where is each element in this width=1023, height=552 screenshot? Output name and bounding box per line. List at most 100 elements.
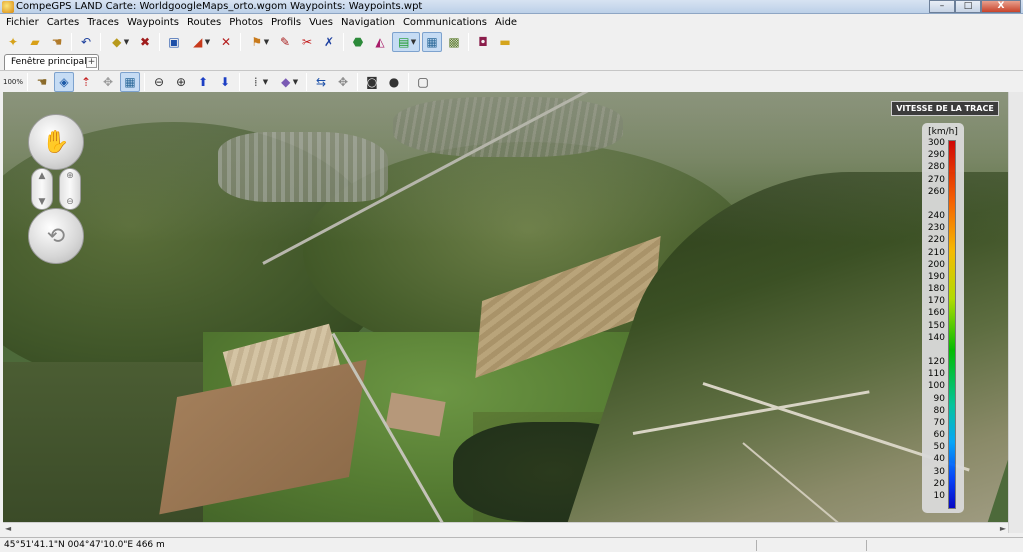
route-close-button[interactable]: ✗ (319, 32, 339, 52)
transfer-button[interactable]: ⇆ (311, 72, 331, 92)
menu-item-routes[interactable]: Routes (183, 15, 225, 31)
toolbar-separator (144, 72, 145, 91)
speed-legend-tick: 30 (933, 466, 945, 477)
add-tab-button[interactable]: + (86, 57, 97, 68)
map-select-icon: ◈ (59, 74, 69, 89)
maximize-button[interactable]: □ (955, 0, 981, 13)
book-button[interactable]: ◘ (473, 32, 493, 52)
toolbar-separator (306, 72, 307, 91)
pan-control[interactable]: ✋ (28, 114, 84, 170)
window-title-bar[interactable]: CompeGPS LAND Carte: WorldgoogleMaps_ort… (0, 0, 1023, 14)
color-legend-button[interactable]: ▤ ▼ (392, 32, 420, 52)
waypoint-list-button[interactable]: ⬣ (348, 32, 368, 52)
menu-item-aide[interactable]: Aide (491, 15, 521, 31)
undo-button[interactable]: ↶ (76, 32, 96, 52)
open-folder-button[interactable]: ▰ (25, 32, 45, 52)
window-button[interactable]: ▢ (413, 72, 433, 92)
map-3d-button[interactable]: ▦ (120, 71, 140, 92)
profile-chart-button[interactable]: ◭ (370, 32, 390, 52)
speed-legend-tick: 120 (927, 357, 945, 368)
horizontal-scrollbar[interactable]: ◄ ► (3, 522, 1008, 533)
speed-legend-tick: 150 (927, 320, 945, 331)
waypoint-delete-button[interactable]: ✖ (135, 32, 155, 52)
dropdown-arrow-icon[interactable]: ▼ (264, 38, 269, 46)
zoom-in-icon: ⊕ (66, 171, 74, 181)
scale-100-button[interactable]: 100% (3, 72, 23, 92)
grid-icon: ▩ (448, 35, 460, 49)
camera-button[interactable]: ◙ (362, 72, 382, 92)
zoom-out-icon: ⊖ (66, 197, 74, 207)
hand-cursor-icon: ☚ (51, 35, 63, 49)
map-3d-view[interactable]: ✋ ▲ ▼ ⊕ ⊖ ⟲ VITESSE DE LA TRACE [km/h] 3… (3, 92, 1008, 522)
speed-legend-tick: 210 (927, 247, 945, 258)
dropdown-arrow-icon[interactable]: ▼ (263, 78, 268, 86)
zoom-out-button[interactable]: ⊖ (149, 72, 169, 92)
dropdown-arrow-icon[interactable]: ▼ (124, 38, 129, 46)
menu-item-profils[interactable]: Profils (267, 15, 305, 31)
arrow-up-button[interactable]: ⬆ (193, 72, 213, 92)
layer-tool-icon: ⁞ (253, 74, 258, 89)
close-button[interactable]: X (981, 0, 1021, 13)
book-icon: ◘ (478, 35, 488, 49)
dropdown-arrow-icon[interactable]: ▼ (293, 78, 298, 86)
dropdown-arrow-icon[interactable]: ▼ (411, 38, 416, 46)
track-delete-button[interactable]: ✕ (216, 32, 236, 52)
tab-main-window[interactable]: Fenêtre principale (4, 54, 100, 70)
grid-button[interactable]: ▩ (444, 32, 464, 52)
menu-item-navigation[interactable]: Navigation (337, 15, 399, 31)
toolbar-separator (159, 33, 160, 51)
speed-legend-tick: 200 (927, 259, 945, 270)
profile-chart-icon: ◭ (375, 35, 385, 49)
route-tool-button[interactable]: ⚑ ▼ (245, 32, 273, 52)
menu-item-fichier[interactable]: Fichier (2, 15, 43, 31)
minimize-button[interactable]: – (929, 0, 955, 13)
menu-item-traces[interactable]: Traces (83, 15, 123, 31)
scroll-left-icon[interactable]: ◄ (5, 524, 11, 533)
toolbar-separator (468, 33, 469, 51)
speed-legend-tick: 290 (927, 150, 945, 161)
waypoint-delete-icon: ✖ (139, 35, 151, 49)
menu-item-cartes[interactable]: Cartes (43, 15, 84, 31)
rotate-control[interactable]: ⟲ (28, 208, 84, 264)
hand-pan-button[interactable]: ☚ (32, 72, 52, 92)
menu-item-vues[interactable]: Vues (305, 15, 337, 31)
menu-item-waypoints[interactable]: Waypoints (123, 15, 183, 31)
new-project-button[interactable]: ✦ (3, 32, 23, 52)
toolbar-separator (240, 33, 241, 51)
menu-item-communications[interactable]: Communications (399, 15, 491, 31)
view-3d-button[interactable]: ▦ (422, 32, 442, 52)
toolbar-separator (343, 33, 344, 51)
window-title: CompeGPS LAND Carte: WorldgoogleMaps_ort… (16, 1, 423, 12)
zoom-slider[interactable]: ⊕ ⊖ (59, 168, 81, 210)
waypoint-add-button[interactable]: ◆ ▼ (105, 32, 133, 52)
track-tool-button[interactable]: ◢ ▼ (186, 32, 214, 52)
arrow-down-button[interactable]: ⬇ (215, 72, 235, 92)
north-arrow-button[interactable]: ⇡ (76, 72, 96, 92)
dropdown-arrow-icon[interactable]: ▼ (205, 38, 210, 46)
hand-cursor-button[interactable]: ☚ (47, 32, 67, 52)
map-select-button[interactable]: ◈ (54, 71, 74, 92)
compass-button[interactable]: ✥ (333, 72, 353, 92)
chevron-up-icon: ▲ (38, 171, 46, 181)
move-cross-button[interactable]: ✥ (98, 72, 118, 92)
toolbar-separator (71, 33, 72, 51)
toolbar-separator (27, 72, 28, 91)
route-edit-button[interactable]: ✎ (275, 32, 295, 52)
menu-item-photos[interactable]: Photos (225, 15, 267, 31)
track-delete-icon: ✕ (220, 35, 232, 49)
status-divider (866, 540, 867, 551)
film-icon: ● (388, 74, 400, 89)
layer-color-button[interactable]: ◆ ▼ (274, 72, 302, 92)
new-project-icon: ✦ (7, 35, 19, 49)
tilt-slider[interactable]: ▲ ▼ (31, 168, 53, 210)
waypoint-add-icon: ◆ (112, 35, 122, 49)
zoom-in-button[interactable]: ⊕ (171, 72, 191, 92)
open-folder-icon: ▰ (30, 35, 40, 49)
layer-tool-button[interactable]: ⁞ ▼ (244, 72, 272, 92)
film-button[interactable]: ● (384, 72, 404, 92)
fit-window-button[interactable]: ▣ (164, 32, 184, 52)
hand-icon: ✋ (42, 129, 70, 155)
note-button[interactable]: ▬ (495, 32, 515, 52)
route-cut-button[interactable]: ✂ (297, 32, 317, 52)
scroll-right-icon[interactable]: ► (1000, 524, 1006, 533)
